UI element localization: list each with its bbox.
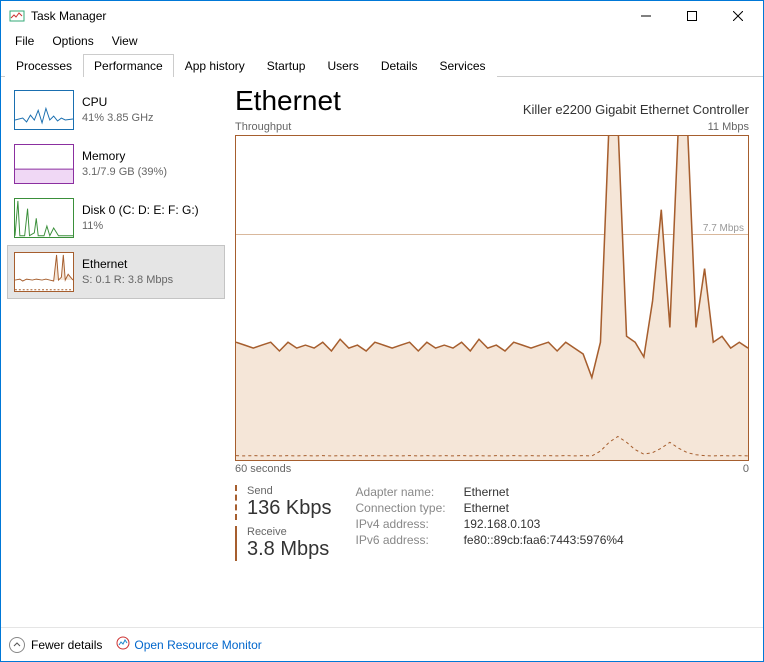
prop-key: Connection type: [356,501,446,515]
prop-value: Ethernet [464,501,624,515]
receive-stat: Receive 3.8 Mbps [235,526,332,561]
menu-bar: File Options View [1,31,763,51]
menu-options[interactable]: Options [44,32,101,50]
title-bar: Task Manager [1,1,763,31]
tab-details[interactable]: Details [370,54,429,77]
tab-services[interactable]: Services [429,54,497,77]
send-stat: Send 136 Kbps [235,485,332,520]
sidebar-item-memory[interactable]: Memory 3.1/7.9 GB (39%) [7,137,225,191]
sidebar-item-disk[interactable]: Disk 0 (C: D: E: F: G:) 11% [7,191,225,245]
menu-view[interactable]: View [104,32,146,50]
main-panel: Ethernet Killer e2200 Gigabit Ethernet C… [225,77,763,627]
properties-grid: Adapter name: Ethernet Connection type: Et… [356,485,624,561]
chart-label-left: Throughput [235,121,291,133]
axis-label-left: 60 seconds [235,463,291,475]
page-title: Ethernet [235,85,341,117]
receive-value: 3.8 Mbps [247,538,332,561]
receive-label: Receive [247,526,332,538]
fewer-details-button[interactable]: Fewer details [9,637,102,653]
send-value: 136 Kbps [247,497,332,520]
disk-thumb-icon [14,198,74,238]
tab-startup[interactable]: Startup [256,54,317,77]
disk-title: Disk 0 (C: D: E: F: G:) [82,203,199,219]
prop-key: IPv4 address: [356,517,446,531]
memory-sub: 3.1/7.9 GB (39%) [82,165,167,179]
sidebar-item-cpu[interactable]: CPU 41% 3.85 GHz [7,83,225,137]
resource-monitor-icon [116,636,130,653]
memory-thumb-icon [14,144,74,184]
tab-processes[interactable]: Processes [5,54,83,77]
ethernet-sub: S: 0.1 R: 3.8 Mbps [82,273,173,287]
send-label: Send [247,485,332,497]
axis-label-right: 0 [743,463,749,475]
open-resource-monitor-label: Open Resource Monitor [134,638,261,652]
close-button[interactable] [715,1,761,31]
prop-key: IPv6 address: [356,533,446,547]
fewer-details-label: Fewer details [31,638,102,652]
maximize-button[interactable] [669,1,715,31]
tab-strip: Processes Performance App history Startu… [1,53,763,77]
tab-users[interactable]: Users [316,54,369,77]
app-icon [9,8,25,24]
adapter-name: Killer e2200 Gigabit Ethernet Controller [523,102,749,117]
open-resource-monitor-link[interactable]: Open Resource Monitor [116,636,261,653]
prop-value: Ethernet [464,485,624,499]
memory-title: Memory [82,149,167,165]
tab-app-history[interactable]: App history [174,54,256,77]
prop-value: fe80::89cb:faa6:7443:5976%4 [464,533,624,547]
chevron-up-icon [9,637,25,653]
disk-sub: 11% [82,219,199,233]
ethernet-thumb-icon [14,252,74,292]
window-title: Task Manager [31,9,106,23]
menu-file[interactable]: File [7,32,42,50]
ethernet-title: Ethernet [82,257,173,273]
tab-performance[interactable]: Performance [83,54,174,77]
sidebar-item-ethernet[interactable]: Ethernet S: 0.1 R: 3.8 Mbps [7,245,225,299]
sidebar: CPU 41% 3.85 GHz Memory 3.1/7.9 GB (39%)… [1,77,225,627]
chart-label-right: 11 Mbps [708,121,749,133]
cpu-thumb-icon [14,90,74,130]
throughput-chart: 7.7 Mbps [235,135,749,461]
cpu-sub: 41% 3.85 GHz [82,111,154,125]
prop-value: 192.168.0.103 [464,517,624,531]
minimize-button[interactable] [623,1,669,31]
prop-key: Adapter name: [356,485,446,499]
cpu-title: CPU [82,95,154,111]
footer: Fewer details Open Resource Monitor [1,627,763,661]
